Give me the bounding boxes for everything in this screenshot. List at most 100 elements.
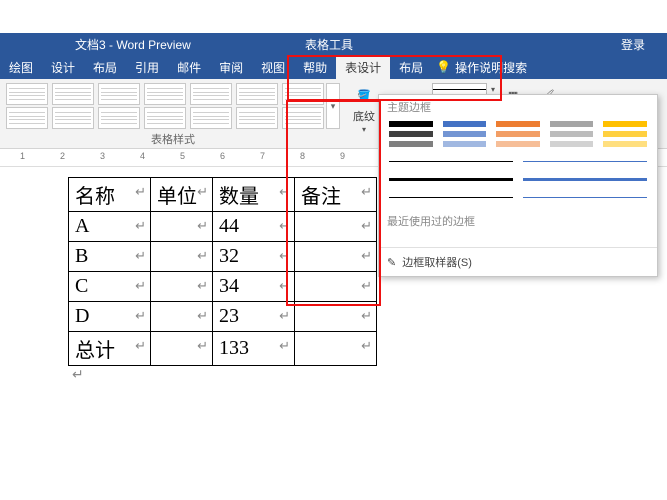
table-style-thumb[interactable]	[190, 107, 232, 129]
table-style-thumb[interactable]	[190, 83, 232, 105]
border-line-option[interactable]	[389, 173, 647, 185]
table-cell: 数量↵	[213, 178, 295, 212]
shading-button[interactable]: 🪣 底纹 ▾	[352, 83, 376, 134]
ruler-tick: 5	[180, 151, 185, 161]
ruler-tick: 6	[220, 151, 225, 161]
dropdown-section-label: 最近使用过的边框	[379, 209, 657, 233]
document-title: 文档3 - Word Preview	[75, 36, 191, 53]
table-style-thumb[interactable]	[98, 83, 140, 105]
tab-design[interactable]: 设计	[42, 55, 84, 79]
table-style-thumb[interactable]	[282, 107, 324, 129]
ruler-tick: 1	[20, 151, 25, 161]
table-styles-group: ▾ 表格样式	[0, 79, 346, 148]
title-bar: 文档3 - Word Preview 表格工具 登录	[0, 33, 667, 55]
border-swatch[interactable]	[603, 121, 647, 127]
table-row: D↵↵23↵↵	[69, 302, 377, 332]
border-swatch[interactable]	[496, 121, 540, 127]
login-button[interactable]: 登录	[621, 36, 645, 53]
lightbulb-icon: 💡	[436, 60, 451, 74]
ruler-tick: 2	[60, 151, 65, 161]
ruler-tick: 8	[300, 151, 305, 161]
border-swatch[interactable]	[603, 141, 647, 147]
tab-help[interactable]: 帮助	[294, 55, 336, 79]
dropdown-section-label: 主题边框	[379, 95, 657, 119]
border-swatch[interactable]	[496, 131, 540, 137]
table-cell: 32↵	[213, 242, 295, 272]
table-style-thumb[interactable]	[144, 107, 186, 129]
bucket-icon: 🪣	[352, 83, 376, 107]
border-swatch[interactable]	[443, 121, 487, 127]
table-cell: D↵	[69, 302, 151, 332]
border-swatch[interactable]	[389, 131, 433, 137]
table-cell: A↵	[69, 212, 151, 242]
table-cell: 34↵	[213, 272, 295, 302]
table-row: 总计↵↵133↵↵	[69, 332, 377, 366]
group-label: 表格样式	[151, 131, 195, 147]
border-swatch[interactable]	[443, 141, 487, 147]
tab-draw[interactable]: 绘图	[0, 55, 42, 79]
table-style-thumb[interactable]	[98, 107, 140, 129]
border-swatch[interactable]	[389, 121, 433, 127]
ribbon-tabs: 绘图 设计 布局 引用 邮件 审阅 视图 帮助 表设计 布局 💡 操作说明搜索	[0, 55, 667, 79]
tab-table-design[interactable]: 表设计	[336, 55, 390, 79]
tab-references[interactable]: 引用	[126, 55, 168, 79]
table-cell: 总计↵	[69, 332, 151, 366]
tab-review[interactable]: 审阅	[210, 55, 252, 79]
ruler-tick: 3	[100, 151, 105, 161]
border-swatch[interactable]	[389, 141, 433, 147]
table-cell: ↵	[151, 332, 213, 366]
border-swatch[interactable]	[603, 131, 647, 137]
table-style-thumb[interactable]	[236, 83, 278, 105]
tab-view[interactable]: 视图	[252, 55, 294, 79]
table-cell: ↵	[151, 272, 213, 302]
content-table[interactable]: 名称↵ 单位↵ 数量↵ 备注↵ A↵↵44↵↵ B↵↵32↵↵ C↵↵34↵↵ …	[68, 177, 377, 366]
tab-table-layout[interactable]: 布局	[390, 55, 432, 79]
border-line-option[interactable]	[389, 155, 647, 167]
table-cell: 133↵	[213, 332, 295, 366]
table-style-thumb[interactable]	[52, 107, 94, 129]
theme-border-palette	[379, 119, 657, 153]
border-line-option[interactable]	[389, 191, 647, 203]
table-style-thumb[interactable]	[6, 107, 48, 129]
border-styles-dropdown: 主题边框 最近使用过的边框 ✎ 边框取样器(S)	[378, 94, 658, 277]
table-style-thumb[interactable]	[52, 83, 94, 105]
table-cell: C↵	[69, 272, 151, 302]
table-cell: ↵	[151, 302, 213, 332]
table-style-thumb[interactable]	[236, 107, 278, 129]
border-swatch[interactable]	[550, 141, 594, 147]
table-cell: B↵	[69, 242, 151, 272]
table-tools-label: 表格工具	[305, 36, 353, 53]
table-row: 名称↵ 单位↵ 数量↵ 备注↵	[69, 178, 377, 212]
border-swatch[interactable]	[496, 141, 540, 147]
table-cell: ↵	[151, 212, 213, 242]
table-cell: ↵	[295, 272, 377, 302]
table-cell: ↵	[151, 242, 213, 272]
table-row: B↵↵32↵↵	[69, 242, 377, 272]
styles-more-button[interactable]: ▾	[326, 83, 340, 129]
border-swatch[interactable]	[550, 131, 594, 137]
border-swatch[interactable]	[550, 121, 594, 127]
tell-me[interactable]: 💡 操作说明搜索	[436, 59, 527, 76]
table-style-thumb[interactable]	[6, 83, 48, 105]
ruler-tick: 9	[340, 151, 345, 161]
table-cell: 44↵	[213, 212, 295, 242]
paragraph-mark-icon: ↵	[72, 366, 84, 382]
ruler-tick: 7	[260, 151, 265, 161]
table-cell: 名称↵	[69, 178, 151, 212]
table-cell: ↵	[295, 212, 377, 242]
table-cell: ↵	[295, 332, 377, 366]
table-cell: ↵	[295, 302, 377, 332]
table-row: A↵↵44↵↵	[69, 212, 377, 242]
eyedropper-icon: ✎	[387, 256, 396, 269]
tab-layout[interactable]: 布局	[84, 55, 126, 79]
border-swatch[interactable]	[443, 131, 487, 137]
table-style-thumb[interactable]	[282, 83, 324, 105]
table-style-thumb[interactable]	[144, 83, 186, 105]
ruler-tick: 4	[140, 151, 145, 161]
border-sampler-item[interactable]: ✎ 边框取样器(S)	[379, 247, 657, 276]
table-cell: ↵	[295, 242, 377, 272]
table-cell: 备注↵	[295, 178, 377, 212]
tab-mail[interactable]: 邮件	[168, 55, 210, 79]
table-cell: 23↵	[213, 302, 295, 332]
table-row: C↵↵34↵↵	[69, 272, 377, 302]
